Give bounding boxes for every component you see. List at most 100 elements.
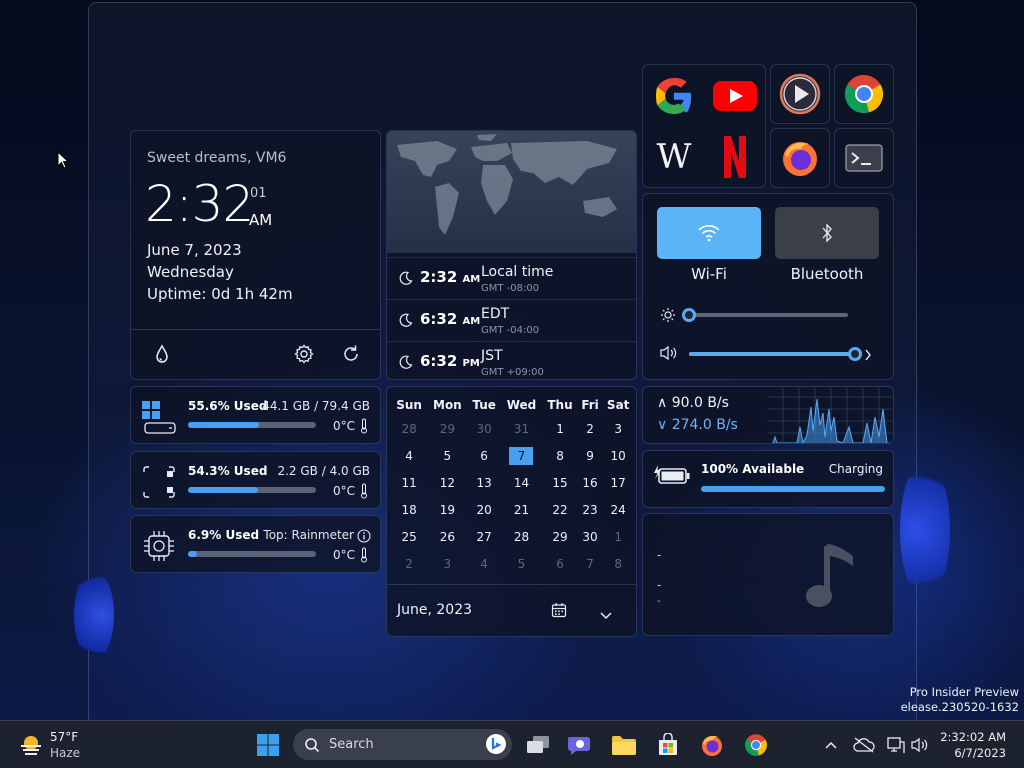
volume-icon[interactable] <box>659 345 679 365</box>
calendar-day[interactable]: 28 <box>391 415 427 442</box>
volume-slider[interactable] <box>689 347 862 361</box>
brightness-slider-knob[interactable] <box>682 308 696 322</box>
calendar-day-today[interactable]: 7 <box>501 442 543 469</box>
terminal-icon[interactable] <box>834 128 894 188</box>
world-clock-widget: 2:32 AM Local time GMT -08:00 6:32 AM ED… <box>386 130 637 380</box>
clock-uptime: Uptime: 0d 1h 42m <box>147 285 293 303</box>
volume-slider-knob[interactable] <box>848 347 862 361</box>
chrome-icon[interactable] <box>834 64 894 124</box>
calendar-day[interactable]: 4 <box>391 442 427 469</box>
calendar-day[interactable]: 1 <box>542 415 578 442</box>
calendar-day[interactable]: 31 <box>501 415 543 442</box>
bluetooth-toggle[interactable] <box>775 207 879 259</box>
calendar-day[interactable]: 5 <box>501 550 543 577</box>
calendar-week: 25 26 27 28 29 30 1 <box>391 523 634 550</box>
calendar-day[interactable]: 12 <box>427 469 467 496</box>
brightness-slider[interactable] <box>682 308 848 322</box>
chrome-taskbar-button[interactable] <box>740 729 772 761</box>
calendar-day[interactable]: 17 <box>602 469 634 496</box>
calendar-day[interactable]: 16 <box>578 469 603 496</box>
weather-temp: 57°F <box>50 730 79 744</box>
calendar-day[interactable]: 2 <box>391 550 427 577</box>
calendar-day[interactable]: 26 <box>427 523 467 550</box>
google-icon[interactable] <box>644 66 704 126</box>
onedrive-button[interactable] <box>848 729 880 761</box>
task-view-button[interactable] <box>522 729 554 761</box>
calendar-day[interactable]: 6 <box>468 442 501 469</box>
brightness-icon <box>660 307 676 327</box>
calendar-day[interactable]: 28 <box>501 523 543 550</box>
search-icon <box>304 737 320 757</box>
wallpaper-bloom-right <box>900 460 950 600</box>
gear-icon[interactable] <box>293 343 315 365</box>
calendar-day[interactable]: 9 <box>578 442 603 469</box>
chevron-down-icon[interactable] <box>599 605 613 624</box>
search-box[interactable]: Search <box>293 729 512 760</box>
calendar-day[interactable]: 6 <box>542 550 578 577</box>
info-icon[interactable] <box>357 528 371 547</box>
media-title: - <box>657 548 662 562</box>
tray-time: 2:32:02 AM <box>940 730 1006 744</box>
volume-tray-button[interactable] <box>904 729 936 761</box>
weather-button[interactable]: 57°F Haze <box>14 729 114 761</box>
arrow-up-icon: ∧ <box>657 395 672 411</box>
start-button[interactable] <box>252 729 284 761</box>
calendar-day[interactable]: 7 <box>578 550 603 577</box>
calendar-day[interactable]: 18 <box>391 496 427 523</box>
refresh-icon[interactable] <box>340 343 362 365</box>
calendar-day[interactable]: 3 <box>427 550 467 577</box>
calendar-day[interactable]: 5 <box>427 442 467 469</box>
chevron-right-icon[interactable] <box>864 347 872 366</box>
show-hidden-icons-button[interactable] <box>815 729 847 761</box>
wifi-toggle[interactable] <box>657 207 761 259</box>
calendar-day[interactable]: 3 <box>602 415 634 442</box>
calendar-day[interactable]: 25 <box>391 523 427 550</box>
system-clock[interactable]: 2:32:02 AM 6/7/2023 <box>936 729 1016 761</box>
music-note-icon <box>805 538 861 616</box>
media-player-icon[interactable] <box>770 64 830 124</box>
calendar-day[interactable]: 8 <box>602 550 634 577</box>
firefox-taskbar-button[interactable] <box>696 729 728 761</box>
calendar-day[interactable]: 14 <box>501 469 543 496</box>
calendar-day[interactable]: 22 <box>542 496 578 523</box>
calendar-day[interactable]: 20 <box>468 496 501 523</box>
calendar-icon[interactable] <box>551 602 567 622</box>
calendar-day[interactable]: 1 <box>602 523 634 550</box>
teams-chat-button[interactable] <box>564 729 596 761</box>
calendar-day[interactable]: 21 <box>501 496 543 523</box>
calendar-day[interactable]: 19 <box>427 496 467 523</box>
microsoft-store-button[interactable] <box>652 729 684 761</box>
calendar-day[interactable]: 27 <box>468 523 501 550</box>
calendar-day[interactable]: 13 <box>468 469 501 496</box>
timezone-offset: GMT +09:00 <box>481 367 544 378</box>
cpu-usage: 6.9% Used <box>188 528 260 542</box>
calendar-day[interactable]: 8 <box>542 442 578 469</box>
wikipedia-icon[interactable]: W <box>644 127 704 187</box>
calendar-day[interactable]: 29 <box>542 523 578 550</box>
cpu-top-process: Top: Rainmeter <box>263 528 354 542</box>
calendar-day[interactable]: 4 <box>468 550 501 577</box>
thermometer-icon <box>360 547 368 567</box>
thermometer-icon <box>360 418 368 438</box>
calendar-day[interactable]: 10 <box>602 442 634 469</box>
firefox-icon[interactable] <box>770 128 830 188</box>
clock-time: 2:32 <box>145 175 254 233</box>
youtube-icon[interactable] <box>705 66 765 126</box>
calendar-day[interactable]: 30 <box>578 523 603 550</box>
droplet-icon[interactable] <box>152 343 174 365</box>
calendar-week: 2345678 <box>391 550 634 577</box>
weekday-header: Fri <box>581 398 599 412</box>
calendar-day[interactable]: 2 <box>578 415 603 442</box>
greeting-text: Sweet dreams, VM6 <box>147 150 287 166</box>
bing-icon[interactable] <box>485 733 507 759</box>
bluetooth-icon <box>822 223 832 243</box>
calendar-day[interactable]: 24 <box>602 496 634 523</box>
netflix-icon[interactable] <box>705 127 765 187</box>
calendar-day[interactable]: 29 <box>427 415 467 442</box>
calendar-day[interactable]: 15 <box>542 469 578 496</box>
calendar-day[interactable]: 30 <box>468 415 501 442</box>
file-explorer-button[interactable] <box>608 729 640 761</box>
store-icon <box>659 733 677 755</box>
calendar-day[interactable]: 11 <box>391 469 427 496</box>
calendar-day[interactable]: 23 <box>578 496 603 523</box>
